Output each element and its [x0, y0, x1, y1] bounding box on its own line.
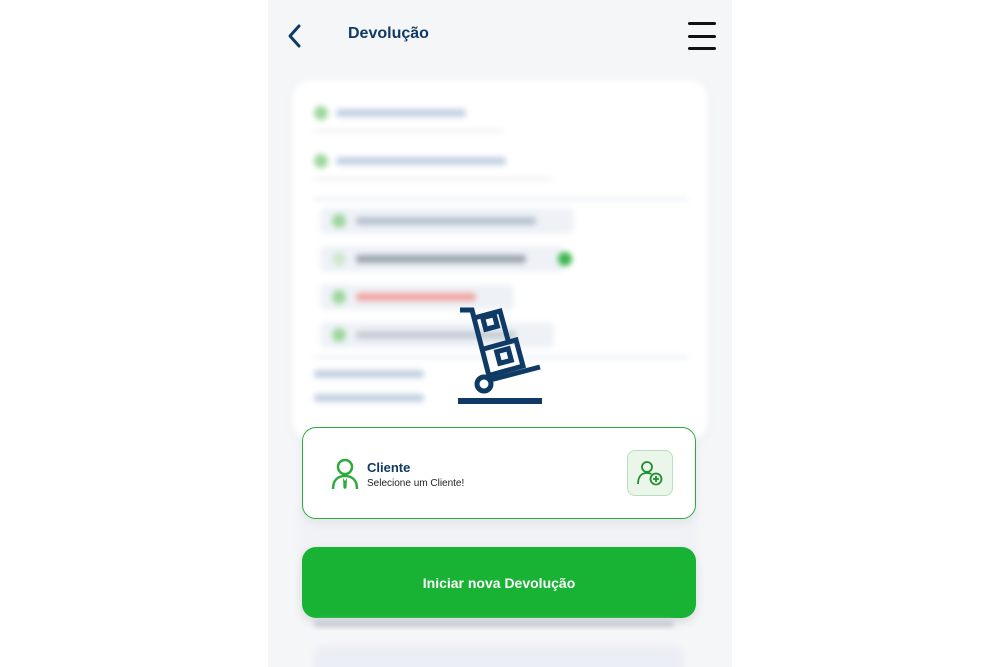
- hand-truck-boxes-icon: [458, 307, 542, 404]
- client-subtitle: Selecione um Cliente!: [367, 478, 465, 489]
- hamburger-menu-icon: [688, 22, 716, 25]
- page-title: Devolução: [348, 25, 429, 42]
- add-user-icon: [637, 461, 663, 486]
- user-icon: [331, 458, 359, 490]
- client-selector-card[interactable]: Cliente Selecione um Cliente!: [302, 427, 696, 519]
- app-header: Devolução: [268, 0, 732, 70]
- client-title: Cliente: [367, 460, 411, 475]
- start-return-button[interactable]: Iniciar nova Devolução: [302, 547, 696, 618]
- menu-button[interactable]: [688, 22, 716, 50]
- blurred-footer-text: [314, 620, 674, 627]
- app-screen: Devolução Cliente Selecione um Cliente! …: [268, 0, 732, 667]
- screen: Devolução Cliente Selecione um Cliente! …: [0, 0, 1000, 667]
- blurred-footer-card: [314, 645, 684, 667]
- add-client-button[interactable]: [627, 450, 673, 496]
- back-button[interactable]: [280, 20, 308, 52]
- chevron-left-icon: [288, 24, 301, 48]
